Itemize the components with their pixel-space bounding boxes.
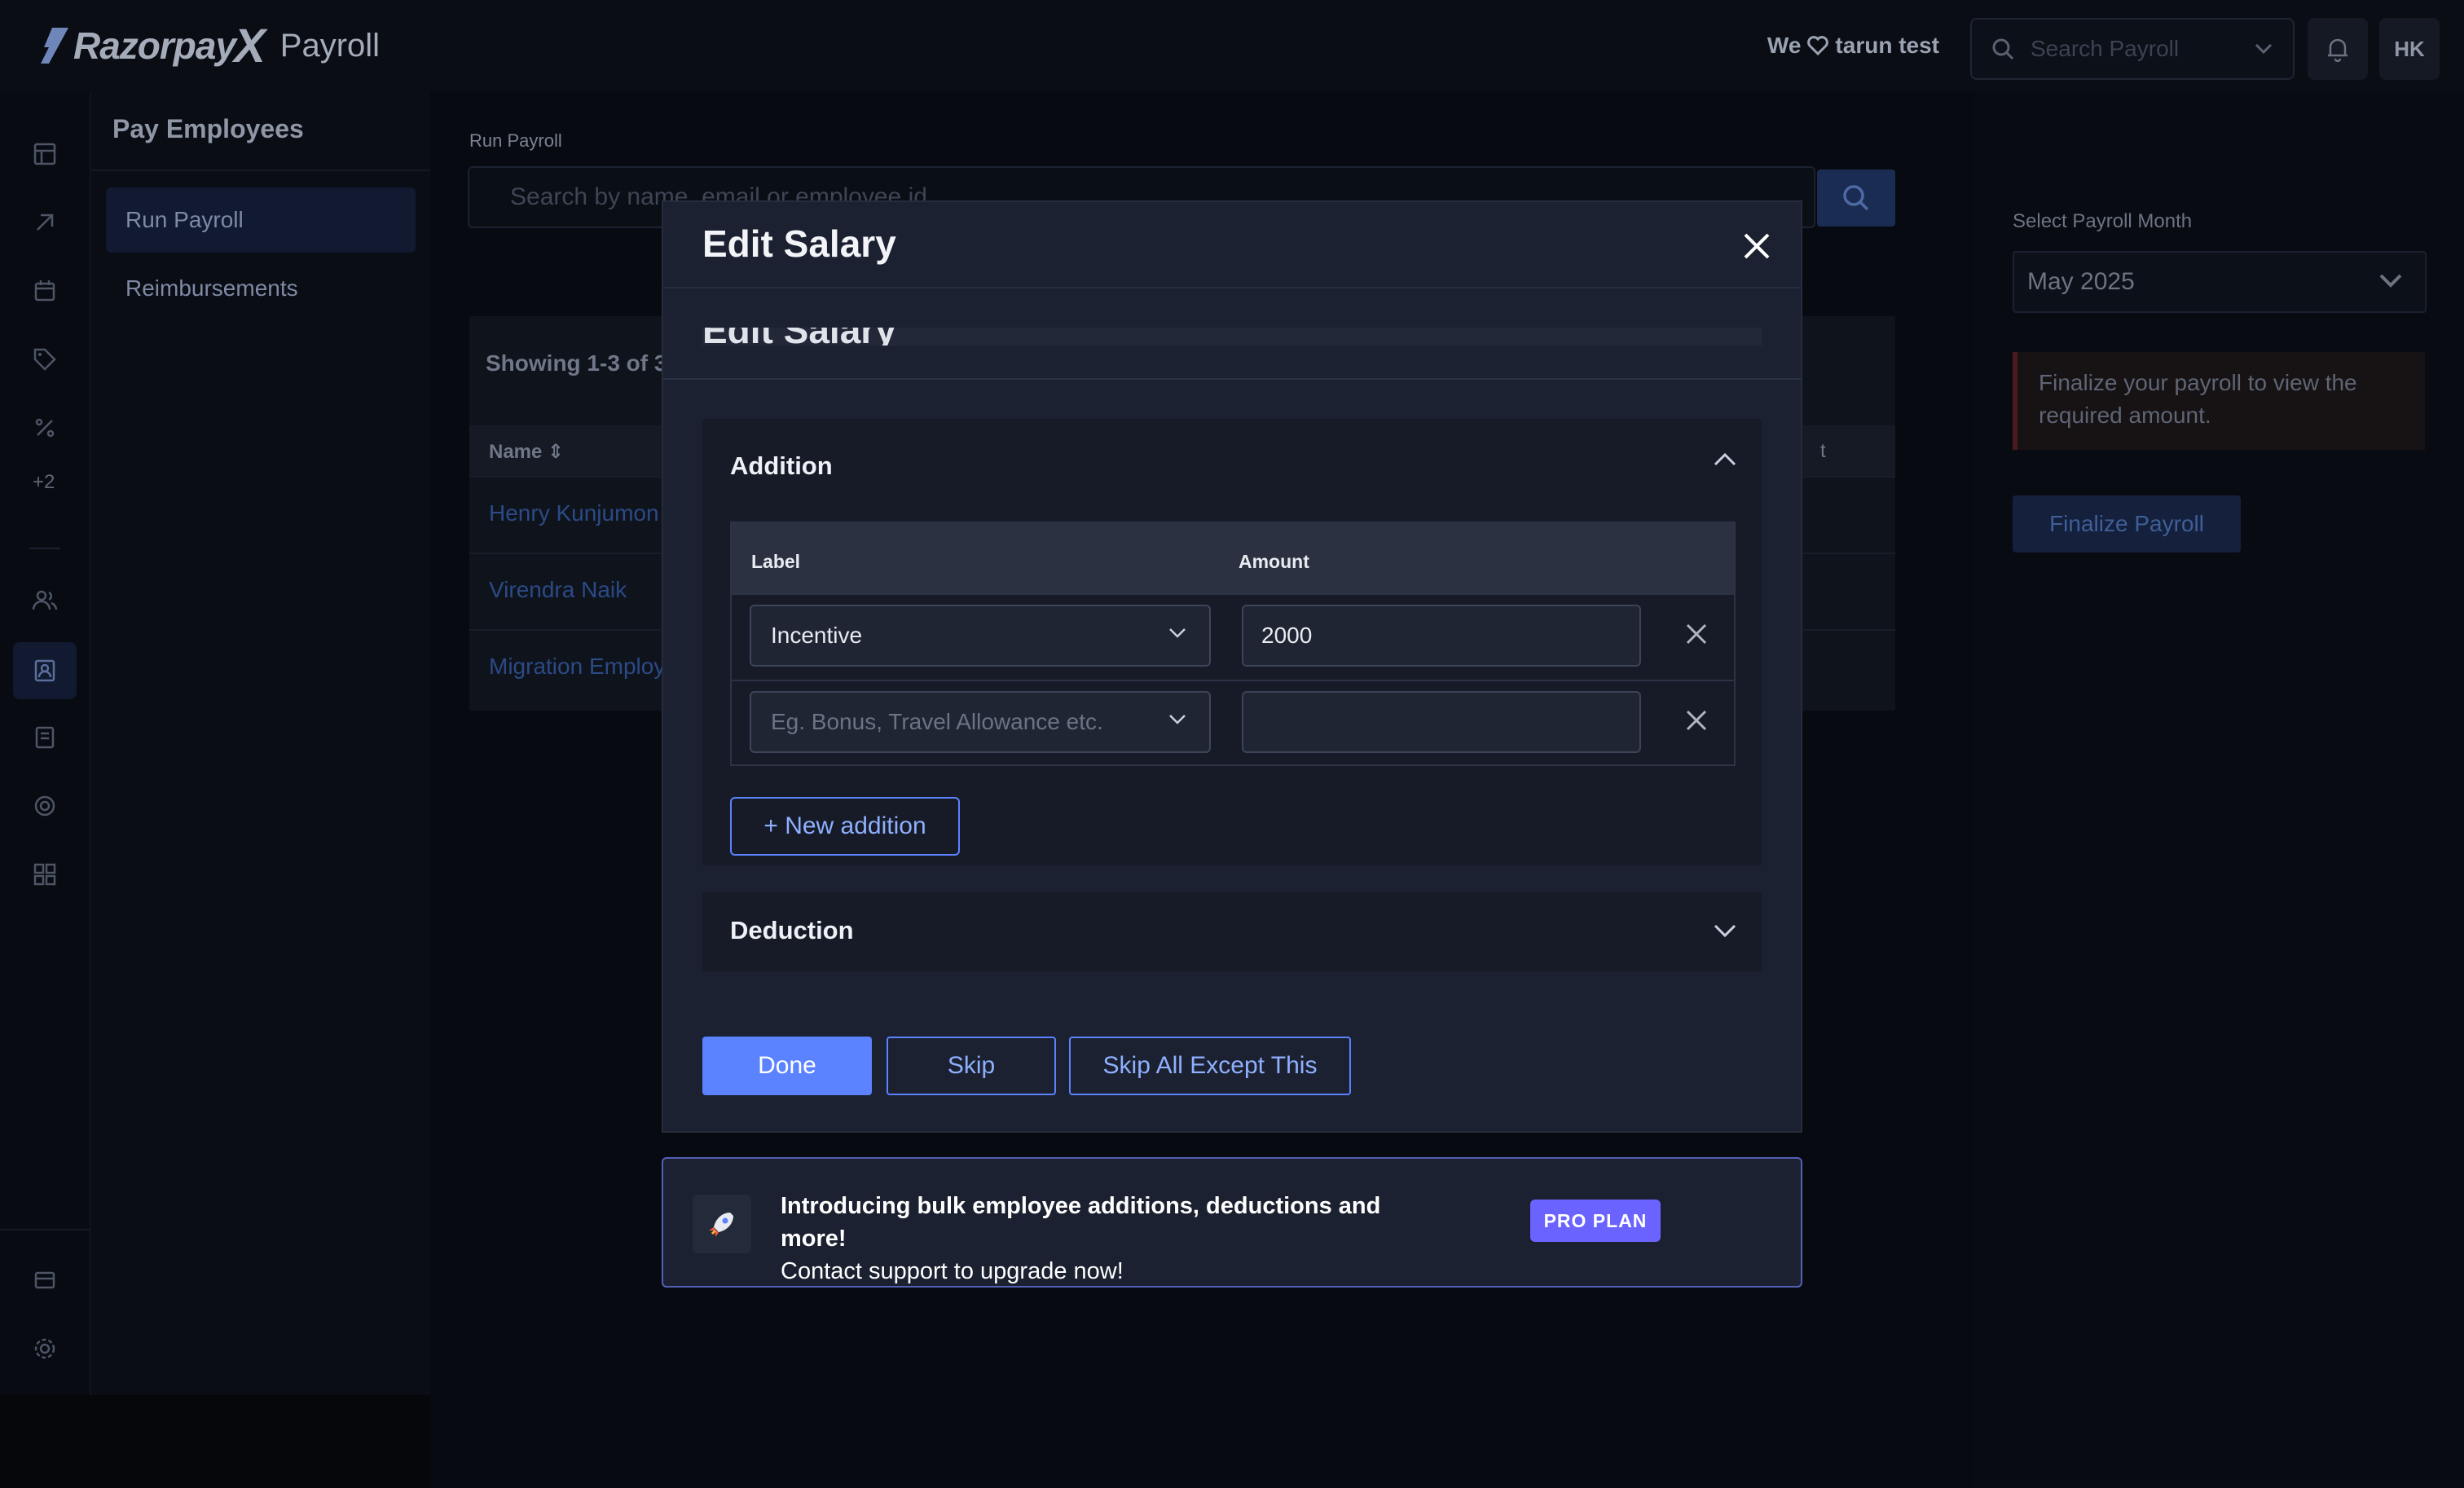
addition-amount-input[interactable] [1242, 691, 1641, 753]
logo-x: X [234, 19, 266, 73]
scrolled-title: Edit Salary [702, 328, 1762, 346]
close-icon [1744, 233, 1770, 259]
section-label: Run Payroll [469, 130, 562, 151]
deduction-title[interactable]: Deduction [730, 916, 854, 945]
rail-divider [29, 548, 60, 549]
chevron-down-icon [1169, 715, 1186, 724]
employee-name[interactable]: Virendra Naik [489, 577, 627, 603]
remove-row-button[interactable] [1680, 704, 1713, 737]
greeting: We tarun test [1767, 33, 1939, 59]
global-search[interactable]: Search Payroll [1970, 18, 2295, 80]
modal-header: Edit Salary [663, 202, 1801, 288]
column-label: Label [751, 551, 801, 572]
percent-icon[interactable] [29, 412, 60, 443]
chevron-down-icon [2255, 43, 2273, 55]
label-select-placeholder: Eg. Bonus, Travel Allowance etc. [771, 709, 1103, 734]
skip-button[interactable]: Skip [887, 1037, 1056, 1095]
subnav-item-reimbursements[interactable]: Reimbursements [125, 275, 298, 302]
tag-icon[interactable] [29, 344, 60, 375]
greeting-prefix: We [1767, 33, 1802, 58]
bell-icon [2328, 38, 2347, 62]
banner-subtext[interactable]: Contact support to upgrade now! [781, 1258, 1124, 1284]
logo-product: Payroll [279, 27, 381, 64]
employee-name[interactable]: Henry Kunjumon [489, 500, 659, 526]
right-panel: Select Payroll Month May 2025 Finalize y… [1973, 91, 2464, 1488]
new-addition-button[interactable]: + New addition [730, 797, 960, 856]
addition-label-select[interactable]: Eg. Bonus, Travel Allowance etc. [750, 691, 1211, 753]
addition-row: Incentive 2000 [732, 593, 1734, 680]
notifications-button[interactable] [2308, 18, 2368, 80]
banner-text: Introducing bulk employee additions, ded… [781, 1190, 1416, 1288]
search-icon [1992, 38, 2014, 60]
done-button[interactable]: Done [702, 1037, 872, 1095]
logo-name: Razorpay [73, 24, 236, 67]
skip-all-except-this-button[interactable]: Skip All Except This [1069, 1037, 1351, 1095]
sub-navigation: Pay Employees Run Payroll Reimbursements [90, 91, 432, 1395]
column-right: t [1820, 440, 1826, 462]
greeting-user: tarun test [1835, 33, 1939, 58]
label-select-value: Incentive [771, 623, 863, 648]
apps-icon[interactable] [29, 859, 60, 890]
dashboard-icon[interactable] [29, 139, 60, 169]
employee-search-button[interactable] [1817, 169, 1895, 227]
search-icon [1843, 185, 1869, 211]
deduction-section[interactable]: Deduction [702, 891, 1762, 971]
subnav-item-run-payroll[interactable]: Run Payroll [106, 187, 416, 253]
rocket-icon [693, 1195, 751, 1253]
addition-table: Label Amount Incentive 2000 Eg. Bonus, T… [730, 522, 1736, 766]
addition-table-header: Label Amount [732, 523, 1734, 593]
edit-salary-modal: Edit Salary Edit Salary Addition Label A… [662, 200, 1802, 1133]
ledger-icon[interactable] [29, 722, 60, 753]
finalize-payroll-button[interactable]: Finalize Payroll [2013, 495, 2241, 552]
column-amount: Amount [1239, 551, 1309, 572]
pro-plan-badge: PRO PLAN [1530, 1200, 1661, 1242]
heart-icon [1807, 36, 1829, 55]
arrow-up-right-icon[interactable] [29, 207, 60, 238]
subnav-title: Pay Employees [112, 114, 304, 143]
remove-row-button[interactable] [1680, 618, 1713, 650]
addition-title[interactable]: Addition [730, 451, 833, 481]
month-label: Select Payroll Month [2013, 210, 2193, 232]
icon-rail: +2 [0, 91, 90, 1395]
global-search-placeholder: Search Payroll [2031, 36, 2180, 61]
payroll-month-select[interactable]: May 2025 [2013, 251, 2427, 313]
close-icon [1686, 710, 1707, 731]
addition-section: Addition Label Amount Incentive 2000 Eg.… [702, 419, 1762, 865]
pay-employees-icon[interactable] [13, 642, 77, 699]
razorpayx-logo[interactable]: Razorpay X Payroll [41, 19, 381, 73]
chevron-up-icon[interactable] [1713, 451, 1737, 468]
rail-bottom-divider [0, 1229, 90, 1230]
employee-name[interactable]: Migration Employee [489, 654, 690, 680]
subnav-divider [91, 169, 432, 171]
finalize-alert: Finalize your payroll to view the requir… [2013, 352, 2425, 450]
month-value: May 2025 [2027, 268, 2135, 295]
people-icon[interactable] [29, 585, 60, 616]
addition-label-select[interactable]: Incentive [750, 605, 1211, 667]
addition-row: Eg. Bonus, Travel Allowance etc. [732, 680, 1734, 766]
gear-icon[interactable] [29, 1333, 60, 1364]
modal-divider [663, 378, 1801, 380]
razorpay-logo-icon [41, 28, 68, 64]
modal-title: Edit Salary [702, 222, 896, 265]
close-button[interactable] [1739, 228, 1775, 264]
chevron-down-icon [1169, 628, 1186, 638]
support-icon[interactable] [29, 790, 60, 821]
banner-headline: Introducing bulk employee additions, ded… [781, 1193, 1381, 1252]
upgrade-banner: Introducing bulk employee additions, ded… [662, 1157, 1802, 1288]
chevron-down-icon[interactable] [1713, 922, 1737, 939]
showing-count: Showing 1-3 of 3 [486, 350, 667, 376]
column-name[interactable]: Name ⇕ [489, 440, 564, 464]
top-bar: Razorpay X Payroll We tarun test Search … [0, 0, 2464, 91]
close-icon [1686, 623, 1707, 645]
chevron-down-icon [2379, 274, 2402, 288]
store-icon[interactable] [29, 1265, 60, 1296]
avatar[interactable]: HK [2379, 18, 2440, 80]
calendar-icon[interactable] [29, 275, 60, 306]
more-items-count[interactable]: +2 [33, 471, 55, 494]
addition-amount-input[interactable]: 2000 [1242, 605, 1641, 667]
